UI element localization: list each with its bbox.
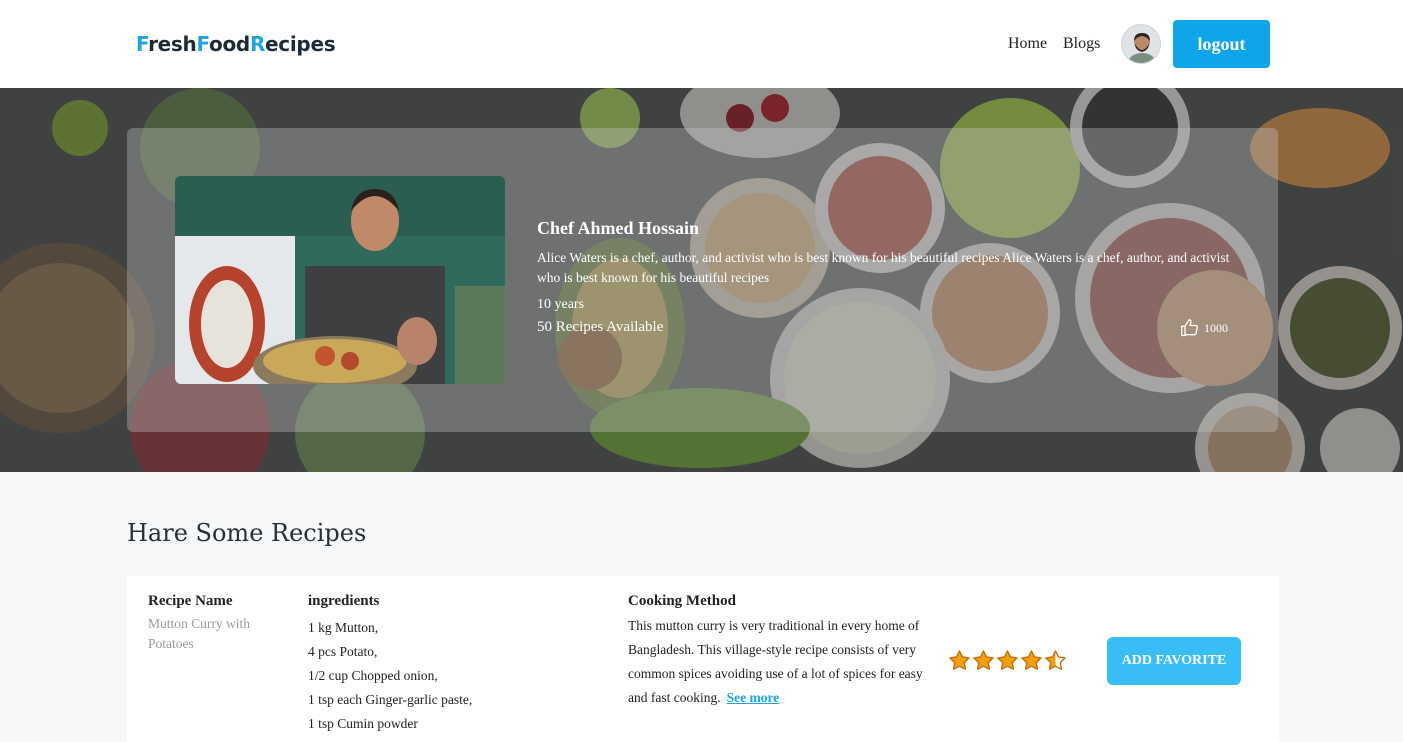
recipe-name-heading: Recipe Name xyxy=(148,593,233,609)
nav-home-link[interactable]: Home xyxy=(1008,35,1047,53)
star-rating xyxy=(948,649,1067,672)
star-half-icon xyxy=(1045,650,1066,670)
ingredient-item: 1 tsp Cumin powder xyxy=(308,716,418,731)
chef-image xyxy=(175,176,505,384)
brand-text: ecipes xyxy=(265,32,336,56)
recipe-card: Recipe Name Mutton Curry with Potatoes i… xyxy=(127,576,1278,742)
brand-letter: R xyxy=(249,32,266,56)
user-avatar[interactable] xyxy=(1121,24,1161,64)
chef-experience: 10 years xyxy=(537,297,585,312)
navbar: FreshFoodRecipes Home Blogs logout xyxy=(0,0,1403,88)
like-counter[interactable]: 1000 xyxy=(1180,318,1228,338)
brand-letter: F xyxy=(196,32,210,56)
chef-bio: Alice Waters is a chef, author, and acti… xyxy=(537,250,1230,285)
chef-banner: Chef Ahmed Hossain Alice Waters is a che… xyxy=(0,88,1403,472)
chef-recipe-count: 50 Recipes Available xyxy=(537,319,664,335)
recipe-name: Mutton Curry with Potatoes xyxy=(148,616,251,651)
see-more-link[interactable]: See more xyxy=(727,690,780,705)
chef-card: Chef Ahmed Hossain Alice Waters is a che… xyxy=(127,128,1278,432)
like-count: 1000 xyxy=(1204,320,1228,335)
chef-photo xyxy=(175,176,505,384)
brand-text: ood xyxy=(209,32,250,56)
star-full-icon xyxy=(949,650,970,670)
avatar-image xyxy=(1122,25,1160,63)
ingredient-item: 1 kg Mutton, xyxy=(308,620,379,635)
cooking-method-text: This mutton curry is very traditional in… xyxy=(628,614,940,710)
brand-letter: F xyxy=(136,32,149,56)
ingredients-heading: ingredients xyxy=(308,593,380,609)
brand-logo[interactable]: FreshFoodRecipes xyxy=(136,32,336,56)
star-full-icon xyxy=(997,650,1018,670)
logout-button[interactable]: logout xyxy=(1173,20,1270,68)
thumbs-up-icon[interactable] xyxy=(1180,318,1200,338)
chef-name: Chef Ahmed Hossain xyxy=(537,218,700,238)
add-favorite-button[interactable]: ADD FAVORITE xyxy=(1107,637,1241,685)
brand-text: resh xyxy=(148,32,197,56)
ingredients-list: 1 kg Mutton, 4 pcs Potato, 1/2 cup Chopp… xyxy=(308,616,472,736)
ingredient-item: 4 pcs Potato, xyxy=(308,644,378,659)
star-full-icon xyxy=(1021,650,1042,670)
ingredient-item: 1 tsp each Ginger-garlic paste, xyxy=(308,692,473,707)
section-title: Hare Some Recipes xyxy=(127,519,367,547)
nav-blogs-link[interactable]: Blogs xyxy=(1063,35,1100,53)
star-full-icon xyxy=(973,650,994,670)
ingredient-item: 1/2 cup Chopped onion, xyxy=(308,668,438,683)
cooking-method-heading: Cooking Method xyxy=(628,593,736,609)
